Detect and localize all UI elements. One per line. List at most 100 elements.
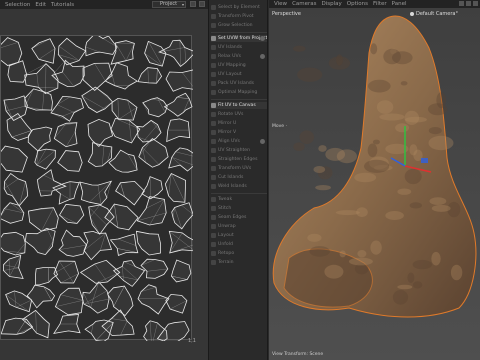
- uv-island[interactable]: [58, 203, 85, 224]
- rock-mesh[interactable]: [269, 8, 480, 352]
- panel-item[interactable]: Cut Islands: [211, 174, 267, 181]
- uv-island[interactable]: [85, 36, 118, 57]
- uv-island[interactable]: [111, 97, 138, 121]
- vp-menu-panel[interactable]: Panel: [392, 1, 407, 7]
- uv-island[interactable]: [1, 202, 25, 224]
- uv-island[interactable]: [24, 227, 56, 256]
- uv-island[interactable]: [108, 149, 138, 173]
- uv-texture-square[interactable]: [0, 35, 193, 341]
- panel-item[interactable]: UV Mapping: [211, 62, 267, 69]
- vp-menu-filter[interactable]: Filter: [373, 1, 387, 7]
- panel-item[interactable]: Fit UV to Canvas: [211, 102, 267, 109]
- uv-island[interactable]: [171, 202, 193, 230]
- vp-menu-display[interactable]: Display: [322, 1, 342, 7]
- uv-canvas[interactable]: 1,1: [0, 9, 208, 360]
- gizmo-plane-handle[interactable]: [421, 158, 428, 163]
- uv-island[interactable]: [54, 287, 84, 316]
- vp-menu-view[interactable]: View: [274, 1, 287, 7]
- panel-item[interactable]: Pack UV Islands: [211, 80, 267, 87]
- uv-island[interactable]: [87, 118, 114, 147]
- panel-item[interactable]: Transform Pivot: [211, 13, 267, 20]
- panel-item[interactable]: Layout: [211, 232, 267, 239]
- panel-item[interactable]: Terrain: [211, 259, 267, 266]
- panel-item[interactable]: Mirror U: [211, 120, 267, 127]
- uv-island[interactable]: [82, 281, 110, 314]
- uv-island[interactable]: [50, 95, 84, 122]
- maximize-icon[interactable]: [473, 1, 478, 6]
- lock-icon[interactable]: [199, 1, 205, 7]
- uv-island[interactable]: [168, 147, 193, 172]
- uv-island[interactable]: [142, 97, 168, 118]
- uv-island[interactable]: [24, 63, 59, 94]
- uv-island[interactable]: [35, 267, 58, 286]
- panel-item[interactable]: Stitch: [211, 205, 267, 212]
- layout-single-icon[interactable]: [459, 1, 464, 6]
- panel-item[interactable]: Relax UVs: [211, 53, 267, 60]
- uv-island[interactable]: [137, 284, 170, 315]
- uv-island[interactable]: [115, 180, 145, 206]
- uv-island[interactable]: [82, 62, 113, 91]
- uv-island[interactable]: [135, 230, 161, 256]
- uv-island[interactable]: [34, 148, 56, 170]
- uv-island[interactable]: [112, 260, 146, 287]
- panel-item[interactable]: Unfold: [211, 241, 267, 248]
- vp-menu-cameras[interactable]: Cameras: [292, 1, 316, 7]
- projection-dropdown[interactable]: Project ▾: [152, 1, 186, 8]
- uv-island[interactable]: [170, 259, 192, 283]
- uv-island[interactable]: [83, 230, 113, 261]
- uv-island[interactable]: [79, 180, 113, 205]
- uv-island[interactable]: [53, 122, 78, 148]
- uv-island[interactable]: [3, 172, 29, 207]
- panel-item[interactable]: Set UVW from Projection: [211, 35, 267, 42]
- uv-island[interactable]: [57, 150, 83, 172]
- uv-island[interactable]: [27, 126, 53, 152]
- uv-island[interactable]: [104, 62, 138, 90]
- uv-menu-edit[interactable]: Edit: [35, 2, 46, 8]
- uv-island[interactable]: [26, 284, 56, 309]
- vp-menu-options[interactable]: Options: [347, 1, 368, 7]
- uv-island[interactable]: [5, 290, 33, 313]
- grid-toggle-icon[interactable]: [190, 1, 196, 7]
- camera-label[interactable]: Default Camera°: [416, 11, 458, 17]
- view-label[interactable]: Perspective: [272, 11, 301, 17]
- uv-island[interactable]: [6, 112, 32, 141]
- uv-island[interactable]: [164, 172, 187, 203]
- panel-item[interactable]: Weld Islands: [211, 183, 267, 190]
- panel-item[interactable]: Retopo: [211, 250, 267, 257]
- uv-islands[interactable]: [1, 36, 193, 341]
- uv-island[interactable]: [141, 176, 163, 200]
- uv-island[interactable]: [165, 69, 193, 92]
- panel-item[interactable]: Seam Edges: [211, 214, 267, 221]
- layout-quad-icon[interactable]: [466, 1, 471, 6]
- uv-island[interactable]: [57, 37, 87, 66]
- uv-island[interactable]: [158, 39, 193, 67]
- panel-item[interactable]: Straighten Edges: [211, 156, 267, 163]
- panel-item[interactable]: Mirror V: [211, 129, 267, 136]
- option-badge-icon[interactable]: [260, 139, 265, 144]
- uv-island[interactable]: [58, 229, 88, 257]
- uv-island[interactable]: [137, 67, 163, 84]
- uv-menu-selection[interactable]: Selection: [5, 2, 30, 8]
- uv-island[interactable]: [1, 145, 28, 173]
- option-badge-icon[interactable]: [260, 54, 265, 59]
- uv-island[interactable]: [1, 231, 26, 256]
- panel-item[interactable]: UV Straighten: [211, 147, 267, 154]
- uv-island[interactable]: [110, 117, 141, 144]
- panel-item[interactable]: Rotate UVs: [211, 111, 267, 118]
- uv-island[interactable]: [2, 254, 24, 279]
- uv-island[interactable]: [140, 258, 169, 279]
- panel-item[interactable]: Align UVs: [211, 138, 267, 145]
- uv-island[interactable]: [104, 203, 139, 231]
- option-badge-icon[interactable]: [260, 36, 265, 41]
- uv-island[interactable]: [138, 138, 169, 168]
- uv-island[interactable]: [81, 86, 114, 113]
- uv-menu-tutorials[interactable]: Tutorials: [51, 2, 74, 8]
- panel-item[interactable]: UV Islands: [211, 44, 267, 51]
- uv-island[interactable]: [165, 293, 188, 314]
- panel-item[interactable]: Unwrap: [211, 223, 267, 230]
- uv-island[interactable]: [163, 92, 193, 117]
- panel-item[interactable]: UV Layout: [211, 71, 267, 78]
- panel-item[interactable]: Grow Selection: [211, 22, 267, 29]
- panel-item[interactable]: Tweak: [211, 196, 267, 203]
- uv-island[interactable]: [87, 142, 113, 167]
